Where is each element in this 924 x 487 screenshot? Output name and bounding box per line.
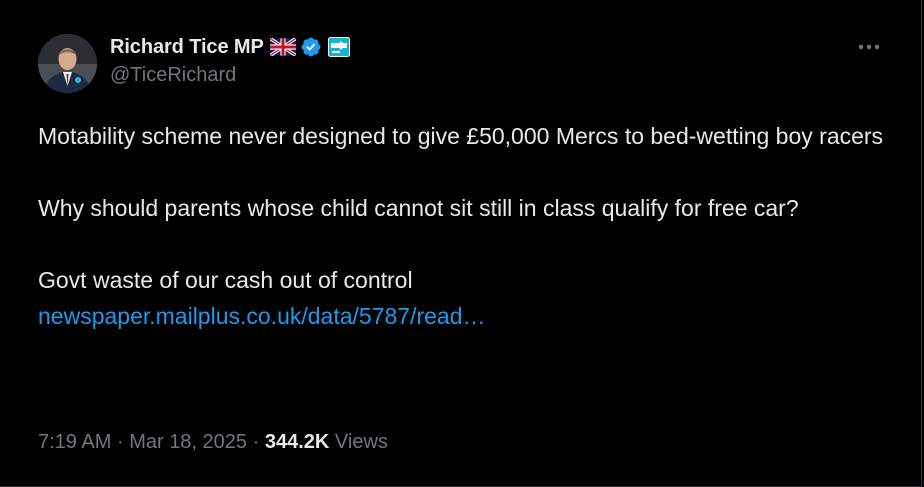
views-count[interactable]: 344.2K [265,431,330,453]
more-horizontal-icon[interactable] [857,40,881,54]
tweet-link[interactable]: newspaper.mailplus.co.uk/data/5787/read… [38,303,486,329]
meta-separator: · [252,431,260,453]
meta-separator: · [116,431,124,453]
tweet-text: Motability scheme never designed to give… [38,118,888,334]
tweet-meta: 7:19 AM · Mar 18, 2025 · 344.2K Views [38,431,388,454]
views-label: Views [334,431,388,453]
avatar-image [38,34,97,93]
tweet-paragraph-3: Govt waste of our cash out of control [38,267,413,293]
verified-icon[interactable] [300,36,322,58]
party-logo-icon[interactable] [327,37,350,57]
tweet-paragraph-2: Why should parents whose child cannot si… [38,195,799,221]
name-row: Richard Tice MP [110,34,350,60]
tweet-card: Richard Tice MP @TiceRichard Motability … [0,0,922,487]
tweet-paragraph-1: Motability scheme never designed to give… [38,123,884,149]
handle[interactable]: @TiceRichard [110,64,350,87]
avatar[interactable] [38,34,97,93]
display-name[interactable]: Richard Tice MP [110,36,264,59]
tweet-date[interactable]: Mar 18, 2025 [129,431,247,453]
uk-flag-icon [268,36,297,58]
tweet-header: Richard Tice MP @TiceRichard [110,34,350,87]
tweet-time[interactable]: 7:19 AM [38,431,111,453]
